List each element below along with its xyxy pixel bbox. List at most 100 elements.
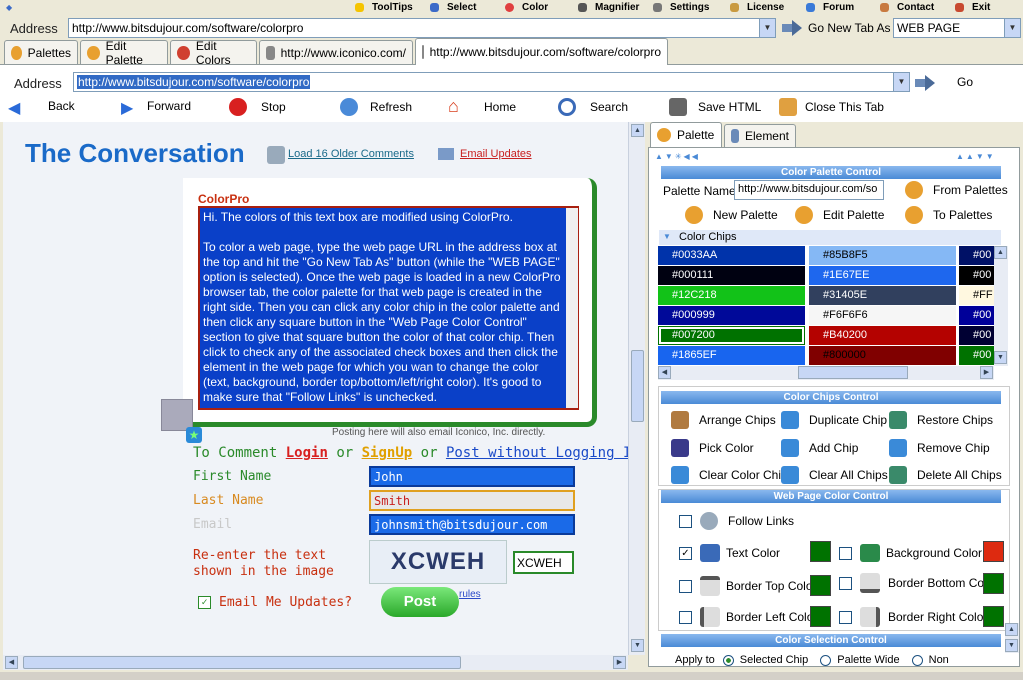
web-vertical-scrollbar[interactable]: ▲ ▼ [628, 122, 645, 655]
color-chip[interactable]: #B40200 [809, 326, 956, 345]
scroll-down-icon[interactable]: ▼ [994, 351, 1007, 364]
tab-element[interactable]: Element [724, 124, 796, 147]
to-palettes-button[interactable]: To Palettes [905, 206, 992, 224]
go-button[interactable]: Go [957, 75, 973, 89]
border-left-color-option[interactable]: Border Left Color [679, 607, 817, 627]
stop-button[interactable]: Stop [229, 98, 286, 116]
collapse-icon[interactable]: ▼ [663, 232, 671, 241]
scroll-up-icon[interactable]: ▲ [631, 124, 644, 137]
color-chip[interactable]: #FF [959, 286, 994, 305]
scroll-right-icon[interactable]: ▶ [613, 656, 626, 669]
comment-text[interactable]: Hi. The colors of this text box are modi… [198, 206, 579, 410]
radio-selected-icon[interactable] [722, 654, 734, 666]
new-palette-button[interactable]: New Palette [685, 206, 778, 224]
login-link[interactable]: Login [286, 445, 328, 461]
home-button[interactable]: ⌂ Home [448, 97, 516, 116]
color-chip[interactable]: #0033AA [658, 246, 805, 265]
color-chip[interactable]: #800000 [809, 346, 956, 365]
go-icon[interactable] [915, 75, 935, 91]
close-tab-button[interactable]: Close This Tab [779, 98, 884, 116]
remove-chip-button[interactable]: Remove Chip [889, 439, 990, 457]
color-chip[interactable]: #31405E [809, 286, 956, 305]
color-chip[interactable]: #12C218 [658, 286, 805, 305]
menu-color[interactable]: Color [505, 2, 548, 13]
pick-color-button[interactable]: Pick Color [671, 439, 754, 457]
chip-scrollbar[interactable]: ▲ ▼ [994, 246, 1008, 366]
restore-chips-button[interactable]: Restore Chips [889, 411, 993, 429]
web-horizontal-scrollbar[interactable]: ◀ ▶ [3, 655, 628, 670]
tab-bitsdujour[interactable]: http://www.bitsdujour.com/software/color… [415, 38, 668, 65]
menu-magnifier[interactable]: Magnifier [578, 2, 639, 13]
checkbox-icon[interactable] [839, 610, 852, 624]
color-chip[interactable]: #00 [959, 326, 994, 345]
go-new-tab-icon[interactable] [782, 20, 802, 36]
background-color-swatch[interactable] [983, 541, 1004, 562]
checkbox-checked-icon[interactable]: ✓ [198, 596, 211, 609]
radio-icon[interactable] [911, 654, 923, 666]
color-chip[interactable]: #00 [959, 266, 994, 285]
scroll-left-icon[interactable]: ◀ [5, 656, 18, 669]
scroll-thumb[interactable] [798, 366, 908, 379]
address-input[interactable]: http://www.bitsdujour.com/software/color… [68, 18, 776, 38]
tab-palette[interactable]: Palette [650, 122, 722, 147]
border-top-color-swatch[interactable] [810, 575, 831, 596]
from-palettes-button[interactable]: From Palettes [905, 181, 1008, 199]
border-left-color-swatch[interactable] [810, 606, 831, 627]
checkbox-icon[interactable] [679, 610, 692, 624]
email-field[interactable]: johnsmith@bitsdujour.com [369, 514, 575, 535]
menu-contact[interactable]: Contact [880, 2, 934, 13]
tab-edit-colors[interactable]: Edit Colors [170, 39, 257, 67]
scroll-up-icon[interactable]: ▲ [994, 246, 1007, 259]
email-updates-link[interactable]: Email Updates [460, 148, 532, 160]
chevron-down-icon[interactable]: ▼ [893, 73, 909, 91]
color-chip[interactable]: #1865EF [658, 346, 805, 365]
chevron-down-icon[interactable]: ▼ [759, 19, 775, 37]
go-new-tab-select[interactable]: WEB PAGE ▼ [893, 18, 1021, 38]
checkbox-icon[interactable] [839, 576, 852, 590]
menu-settings[interactable]: Settings [653, 2, 709, 13]
color-chip[interactable]: #00 [959, 306, 994, 325]
text-color-swatch[interactable] [810, 541, 831, 562]
text-color-option[interactable]: ✓ Text Color [679, 544, 780, 562]
go-new-tab-button[interactable]: Go New Tab As [808, 21, 891, 35]
border-bottom-color-swatch[interactable] [983, 573, 1004, 594]
menu-license[interactable]: License [730, 2, 784, 13]
chevron-down-icon[interactable]: ▼ [1004, 19, 1020, 37]
palette-name-select[interactable]: http://www.bitsdujour.com/so [734, 180, 884, 200]
menu-tooltips[interactable]: ToolTips [355, 2, 413, 13]
back-button[interactable]: ◀ Back [8, 98, 75, 117]
scroll-thumb[interactable] [23, 656, 461, 669]
clear-all-chips-button[interactable]: Clear All Chips [781, 466, 888, 484]
add-chip-button[interactable]: Add Chip [781, 439, 858, 457]
post-without-login-link[interactable]: Post without Logging In [446, 445, 628, 461]
color-chip[interactable]: #000999 [658, 306, 805, 325]
inner-address-input[interactable]: http://www.bitsdujour.com/software/color… [73, 72, 910, 92]
background-color-option[interactable]: Background Color [839, 544, 982, 562]
save-html-button[interactable]: Save HTML [669, 98, 761, 116]
color-chip[interactable]: #F6F6F6 [809, 306, 956, 325]
menu-select[interactable]: Select [430, 2, 476, 13]
radio-icon[interactable] [820, 654, 832, 666]
color-chip[interactable]: #00 [959, 346, 994, 365]
follow-links-option[interactable]: Follow Links [679, 512, 794, 530]
load-older-comments-link[interactable]: Load 16 Older Comments [288, 148, 414, 160]
color-chip[interactable]: #85B8F5 [809, 246, 956, 265]
duplicate-chip-button[interactable]: Duplicate Chip [781, 411, 887, 429]
tab-iconico[interactable]: http://www.iconico.com/ [259, 40, 413, 64]
scroll-down-icon[interactable]: ▼ [631, 639, 644, 652]
arrange-chips-button[interactable]: Arrange Chips [671, 411, 776, 429]
scroll-up-icon[interactable]: ▲ [1005, 623, 1018, 636]
clear-color-chip-button[interactable]: Clear Color Chip [671, 466, 788, 484]
first-name-field[interactable]: John [369, 466, 575, 487]
scroll-down-icon[interactable]: ▼ [1005, 639, 1018, 652]
panel-scrollbar[interactable]: ▲ ▼ [1005, 623, 1019, 653]
captcha-input[interactable]: XCWEH [513, 551, 574, 574]
search-button[interactable]: Search [558, 98, 628, 116]
scroll-thumb[interactable] [631, 350, 644, 422]
border-bottom-color-option[interactable]: Border Bottom Color [839, 573, 997, 593]
color-chip[interactable]: #000111 [658, 266, 805, 285]
nav-arrows-icon[interactable]: ▲▲▼▼ [956, 152, 996, 161]
checkbox-icon[interactable] [839, 546, 852, 560]
last-name-field[interactable]: Smith [369, 490, 575, 511]
checkbox-icon[interactable] [679, 579, 692, 593]
